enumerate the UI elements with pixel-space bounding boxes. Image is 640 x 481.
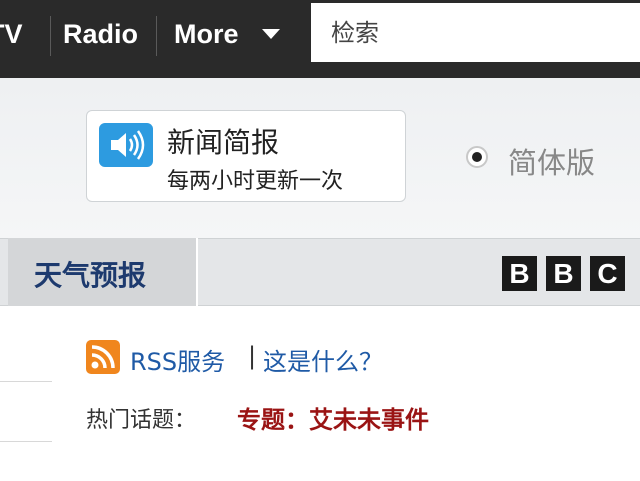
chevron-down-icon[interactable] [262,29,280,39]
tab-weather[interactable]: 天气预报 [8,238,198,306]
nav-divider [50,16,51,56]
divider [0,381,52,382]
hot-topic-link[interactable]: 专题：艾未未事件 [237,400,429,435]
top-nav-bar: TV Radio More [0,0,640,78]
bulletin-subtitle: 每两小时更新一次 [167,169,344,194]
version-radio[interactable] [466,146,488,168]
content-area [0,306,640,481]
speaker-icon [99,123,153,167]
news-bulletin-button[interactable]: 新闻简报 每两小时更新一次 [86,110,406,202]
bbc-logo-letter: B [546,256,581,291]
rss-icon[interactable] [86,340,120,374]
nav-divider [156,16,157,56]
version-label[interactable]: 简体版 [508,140,595,182]
nav-more-link[interactable]: More [174,14,239,54]
tab-weather-label: 天气预报 [34,259,147,292]
bulletin-title: 新闻简报 [167,126,280,159]
bbc-logo-letter: B [502,256,537,291]
what-is-this-link[interactable]: 这是什么？ [263,342,383,377]
nav-radio-link[interactable]: Radio [63,14,138,54]
nav-tv-link[interactable]: TV [0,14,23,54]
rss-service-link[interactable]: RSS服务 [130,342,225,377]
hot-topics-label: 热门话题： [86,408,197,433]
link-separator: | [248,342,257,370]
divider [0,441,52,442]
search-input[interactable] [311,3,640,62]
bbc-logo-letter: C [590,256,625,291]
